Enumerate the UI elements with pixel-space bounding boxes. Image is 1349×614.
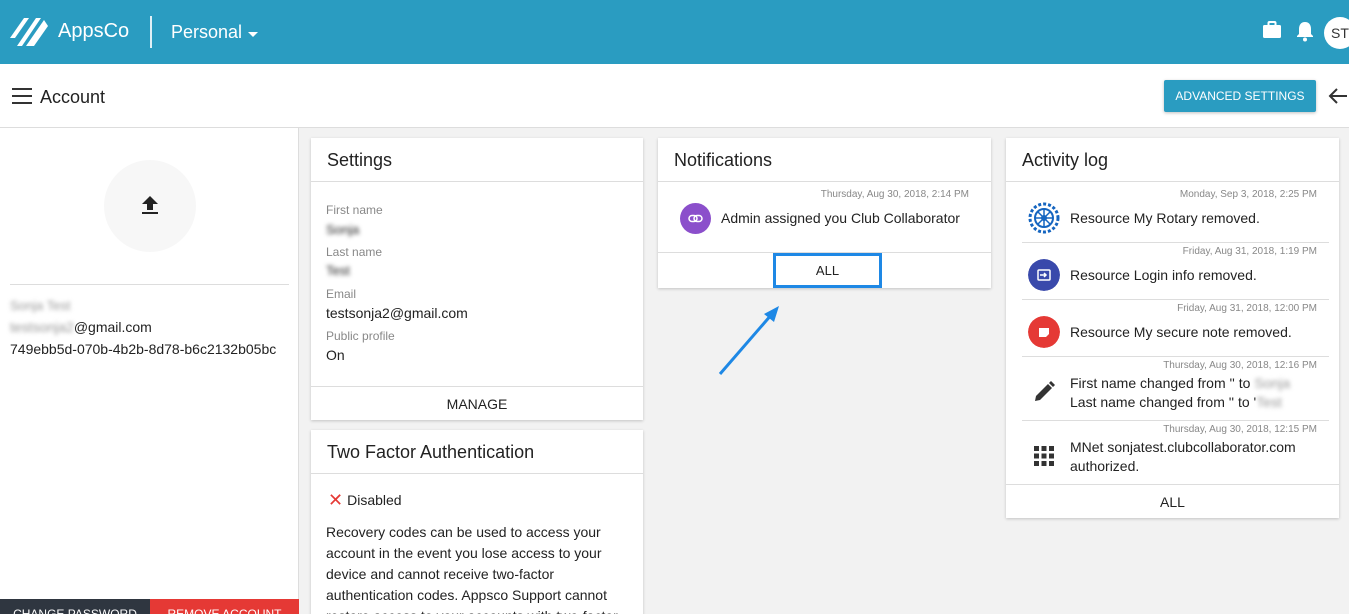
activity-line-text: Last name changed from '' to '	[1070, 394, 1257, 410]
activity-line: MNet sonjatest.clubcollaborator.com	[1070, 439, 1296, 455]
appsco-logo-icon[interactable]	[10, 16, 48, 48]
profile-email-domain: @gmail.com	[73, 319, 152, 335]
activity-line-redacted: Test	[1256, 394, 1282, 410]
workspace-selector[interactable]: Personal	[171, 22, 259, 43]
profile-email: testsonja2@gmail.com	[10, 319, 152, 335]
card-divider	[1006, 484, 1339, 485]
activity-log-card: Activity log Monday, Sep 3, 2018, 2:25 P…	[1006, 138, 1339, 518]
public-profile-label: Public profile	[326, 329, 395, 343]
profile-panel: Sonja Test testsonja2@gmail.com 749ebb5d…	[0, 128, 299, 614]
card-divider	[311, 473, 643, 474]
close-x-icon: ✕	[328, 490, 344, 510]
advanced-settings-button[interactable]: ADVANCED SETTINGS	[1164, 80, 1316, 112]
brand-name: AppsCo	[58, 20, 130, 42]
activity-line: First name changed from '' to Sonja	[1070, 374, 1290, 393]
activity-text: First name changed from '' to Sonja Last…	[1070, 374, 1290, 412]
notification-text[interactable]: Admin assigned you Club Collaborator	[721, 210, 960, 226]
card-divider	[311, 181, 643, 182]
page-title: Account	[40, 87, 106, 107]
activity-timestamp: Friday, Aug 31, 2018, 12:00 PM	[1177, 303, 1317, 314]
two-factor-status-label: Disabled	[347, 492, 402, 508]
remove-account-button[interactable]: REMOVE ACCOUNT	[150, 599, 299, 614]
profile-divider	[10, 284, 289, 285]
notifications-title: Notifications	[674, 150, 773, 170]
rotary-icon	[1028, 202, 1060, 234]
activity-timestamp: Friday, Aug 31, 2018, 1:19 PM	[1182, 246, 1317, 257]
activity-line: Last name changed from '' to 'Test	[1070, 393, 1290, 412]
pencil-icon	[1035, 381, 1055, 401]
briefcase-icon[interactable]	[1262, 20, 1282, 40]
notifications-card: Notifications Thursday, Aug 30, 2018, 2:…	[658, 138, 991, 288]
activity-text: MNet sonjatest.clubcollaborator.com auth…	[1070, 438, 1296, 476]
two-factor-card: Two Factor Authentication ✕ Disabled Rec…	[311, 430, 643, 614]
notifications-all-button[interactable]: ALL	[773, 253, 882, 288]
card-divider	[311, 386, 643, 387]
avatar-upload[interactable]	[104, 160, 196, 252]
caret-down-icon	[248, 31, 259, 37]
change-password-button[interactable]: CHANGE PASSWORD	[0, 599, 150, 614]
activity-line: authorized.	[1070, 458, 1140, 474]
user-avatar[interactable]: ST	[1324, 17, 1349, 49]
email-value: testsonja2@gmail.com	[326, 305, 468, 321]
settings-title: Settings	[327, 150, 393, 170]
activity-line-redacted: Sonja	[1254, 375, 1291, 391]
link-icon	[688, 214, 703, 223]
notification-icon	[680, 203, 711, 234]
activity-timestamp: Thursday, Aug 30, 2018, 12:15 PM	[1163, 424, 1317, 435]
activity-timestamp: Monday, Sep 3, 2018, 2:25 PM	[1179, 189, 1317, 200]
profile-id: 749ebb5d-070b-4b2b-8d78-b6c2132b05bc	[10, 341, 277, 357]
card-divider	[1006, 181, 1339, 182]
public-profile-value: On	[326, 347, 345, 363]
email-label: Email	[326, 287, 357, 301]
app-bar: AppsCo Personal ST	[0, 0, 1349, 64]
settings-card: Settings First name Sonja Last name Test…	[311, 138, 643, 420]
manage-button[interactable]: MANAGE	[311, 396, 643, 412]
login-icon	[1028, 259, 1060, 291]
first-name-label: First name	[326, 203, 383, 217]
activity-text: Resource My Rotary removed.	[1070, 210, 1260, 226]
activity-log-title: Activity log	[1022, 150, 1109, 170]
activity-divider	[1022, 356, 1329, 357]
card-divider	[658, 181, 991, 182]
activity-text: Resource Login info removed.	[1070, 267, 1257, 283]
workspace-label: Personal	[171, 22, 243, 42]
annotation-arrow-icon	[718, 306, 779, 375]
apps-grid-icon	[1034, 446, 1054, 466]
bell-icon[interactable]	[1296, 20, 1314, 42]
note-icon	[1028, 316, 1060, 348]
first-name-value: Sonja	[326, 222, 360, 237]
two-factor-description: Recovery codes can be used to access you…	[326, 524, 618, 614]
activity-line-text: First name changed from '' to	[1070, 375, 1255, 391]
activity-divider	[1022, 299, 1329, 300]
hamburger-menu-icon[interactable]	[12, 88, 32, 104]
activity-divider	[1022, 420, 1329, 421]
activity-text: Resource My secure note removed.	[1070, 324, 1292, 340]
activity-all-button[interactable]: ALL	[1006, 494, 1339, 510]
arrow-back-icon[interactable]	[1327, 86, 1349, 106]
page-header: Account	[0, 64, 1349, 128]
upload-icon	[142, 196, 158, 214]
last-name-label: Last name	[326, 245, 383, 259]
two-factor-status: ✕ Disabled	[328, 490, 402, 510]
activity-divider	[1022, 242, 1329, 243]
header-divider	[150, 16, 152, 48]
activity-timestamp: Thursday, Aug 30, 2018, 12:16 PM	[1163, 360, 1317, 371]
profile-name: Sonja Test	[10, 298, 71, 313]
profile-email-prefix: testsonja2	[10, 319, 74, 335]
two-factor-title: Two Factor Authentication	[327, 442, 535, 462]
last-name-value: Test	[326, 263, 350, 278]
notification-timestamp: Thursday, Aug 30, 2018, 2:14 PM	[820, 189, 969, 200]
